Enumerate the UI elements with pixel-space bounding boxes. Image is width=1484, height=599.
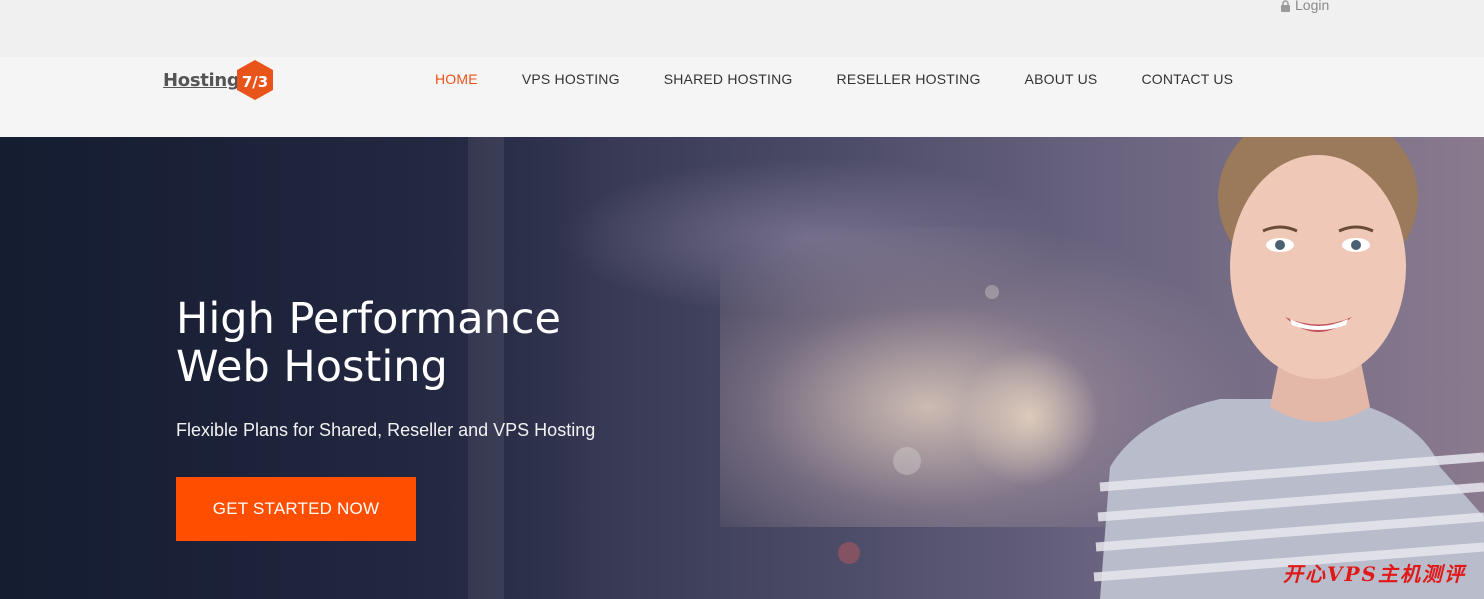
nav-item-vps-hosting[interactable]: VPS HOSTING bbox=[500, 71, 642, 87]
site-header: Hosting 7/3 HOME VPS HOSTING SHARED HOST… bbox=[0, 57, 1484, 137]
nav-item-about-us[interactable]: ABOUT US bbox=[1003, 71, 1120, 87]
login-label: Login bbox=[1295, 0, 1330, 13]
login-link[interactable]: Login bbox=[1280, 0, 1329, 13]
logo-hexagon-mark: 7/3 bbox=[234, 58, 276, 102]
hero-subtitle: Flexible Plans for Shared, Reseller and … bbox=[176, 420, 596, 440]
bokeh-light bbox=[893, 447, 921, 475]
nav-item-shared-hosting[interactable]: SHARED HOSTING bbox=[642, 71, 815, 87]
main-nav: HOME VPS HOSTING SHARED HOSTING RESELLER… bbox=[413, 71, 1255, 87]
site-logo[interactable]: Hosting 7/3 bbox=[163, 57, 303, 103]
logo-text: Hosting bbox=[163, 69, 240, 91]
watermark-text: 开心VPS主机测评 bbox=[1283, 562, 1466, 586]
hero-person-photo bbox=[1080, 137, 1484, 599]
nav-item-home[interactable]: HOME bbox=[413, 71, 500, 87]
hero-banner: High Performance Web Hosting Flexible Pl… bbox=[0, 137, 1484, 599]
nav-item-reseller-hosting[interactable]: RESELLER HOSTING bbox=[815, 71, 1003, 87]
hero-title: High Performance Web Hosting bbox=[176, 295, 656, 391]
hero-background-lamp bbox=[960, 347, 1100, 487]
get-started-button[interactable]: GET STARTED NOW bbox=[176, 477, 416, 541]
logo-mark-text: 7/3 bbox=[241, 73, 267, 91]
lock-icon bbox=[1280, 0, 1291, 12]
bokeh-light bbox=[838, 542, 860, 564]
top-utility-bar: Login bbox=[0, 0, 1484, 57]
bokeh-light bbox=[985, 285, 999, 299]
nav-item-contact-us[interactable]: CONTACT US bbox=[1119, 71, 1255, 87]
hero-title-line1: High Performance bbox=[176, 294, 561, 344]
hero-title-line2: Web Hosting bbox=[176, 342, 448, 392]
